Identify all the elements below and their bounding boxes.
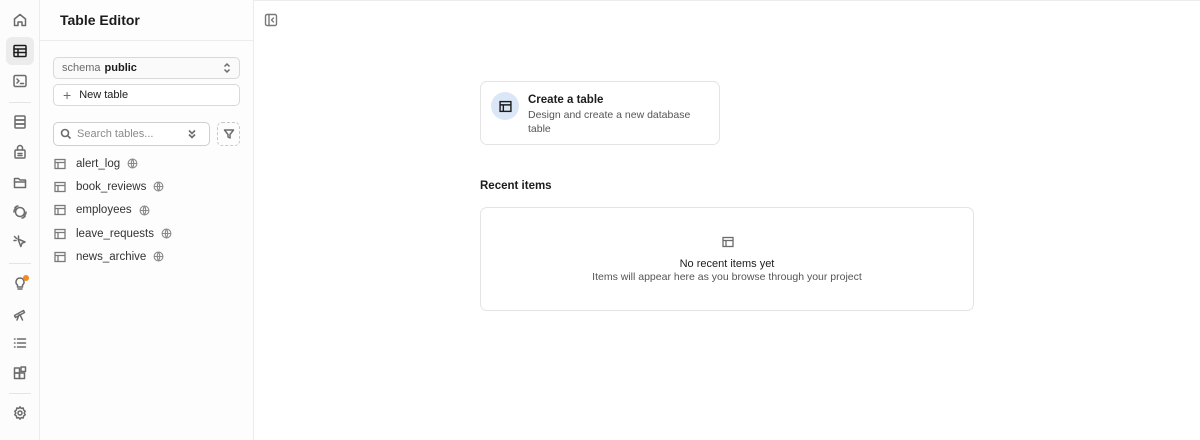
chevron-up-down-icon	[223, 62, 231, 74]
edge-functions-icon[interactable]	[6, 228, 34, 256]
collapse-sidebar-icon[interactable]	[264, 13, 278, 27]
new-table-label: New table	[79, 89, 129, 101]
schema-label: schema	[62, 62, 101, 74]
table-list: alert_log book_reviews employees leave_r…	[53, 152, 240, 268]
sidebar-title: Table Editor	[60, 12, 140, 28]
table-name: employees	[76, 204, 132, 217]
table-name: news_archive	[76, 250, 147, 263]
auth-icon[interactable]	[6, 138, 34, 166]
table-name: leave_requests	[76, 227, 154, 240]
main-content: Create a table Design and create a new d…	[254, 0, 1200, 440]
table-item-alert-log[interactable]: alert_log	[53, 152, 240, 175]
integrations-icon[interactable]	[6, 359, 34, 387]
globe-icon	[153, 181, 164, 192]
table-icon	[54, 205, 66, 216]
recent-empty-description: Items will appear here as you browse thr…	[592, 271, 862, 283]
globe-icon	[161, 228, 172, 239]
create-table-icon-wrap	[491, 92, 519, 120]
database-icon[interactable]	[6, 108, 34, 136]
filter-button[interactable]	[217, 122, 240, 146]
table-icon	[54, 158, 66, 169]
table-icon	[498, 100, 512, 112]
schema-select[interactable]: schema public	[53, 57, 240, 79]
filter-icon	[223, 129, 234, 139]
table-name: alert_log	[76, 157, 121, 170]
search-tables-field[interactable]	[53, 122, 210, 146]
create-table-card[interactable]: Create a table Design and create a new d…	[480, 81, 720, 145]
table-icon	[54, 228, 66, 239]
advisors-icon[interactable]	[6, 270, 34, 298]
reports-icon[interactable]	[6, 300, 34, 328]
table-editor-icon[interactable]	[6, 37, 34, 65]
table-name: book_reviews	[76, 180, 147, 193]
chevrons-down-icon[interactable]	[186, 128, 198, 140]
search-icon	[60, 128, 72, 140]
new-table-button[interactable]: + New table	[53, 84, 240, 106]
logs-icon[interactable]	[6, 329, 34, 357]
globe-icon	[153, 251, 164, 262]
table-item-employees[interactable]: employees	[53, 199, 240, 222]
sql-editor-icon[interactable]	[6, 67, 34, 95]
realtime-icon[interactable]	[6, 198, 34, 226]
storage-icon[interactable]	[6, 168, 34, 196]
table-icon	[54, 181, 66, 193]
sidebar-header: Table Editor	[40, 0, 253, 41]
recent-items-heading: Recent items	[480, 180, 552, 192]
globe-icon	[127, 158, 138, 169]
table-item-book-reviews[interactable]: book_reviews	[53, 175, 240, 198]
home-icon[interactable]	[6, 6, 34, 34]
notification-dot	[23, 275, 29, 281]
schema-value: public	[104, 62, 137, 74]
create-table-description: Design and create a new database table	[528, 109, 691, 135]
table-icon	[54, 251, 66, 262]
table-item-news-archive[interactable]: news_archive	[53, 245, 240, 268]
recent-empty-title: No recent items yet	[679, 258, 775, 270]
recent-items-panel: No recent items yet Items will appear he…	[480, 207, 974, 311]
globe-icon	[139, 205, 150, 216]
settings-icon[interactable]	[6, 399, 34, 427]
table-icon	[722, 236, 734, 248]
create-table-title: Create a table	[528, 94, 604, 106]
plus-icon: +	[63, 87, 72, 103]
table-item-leave-requests[interactable]: leave_requests	[53, 222, 240, 245]
search-tables-input[interactable]	[77, 128, 187, 140]
icon-rail	[0, 0, 40, 440]
table-editor-sidebar: Table Editor schema public + New table a…	[40, 0, 254, 440]
